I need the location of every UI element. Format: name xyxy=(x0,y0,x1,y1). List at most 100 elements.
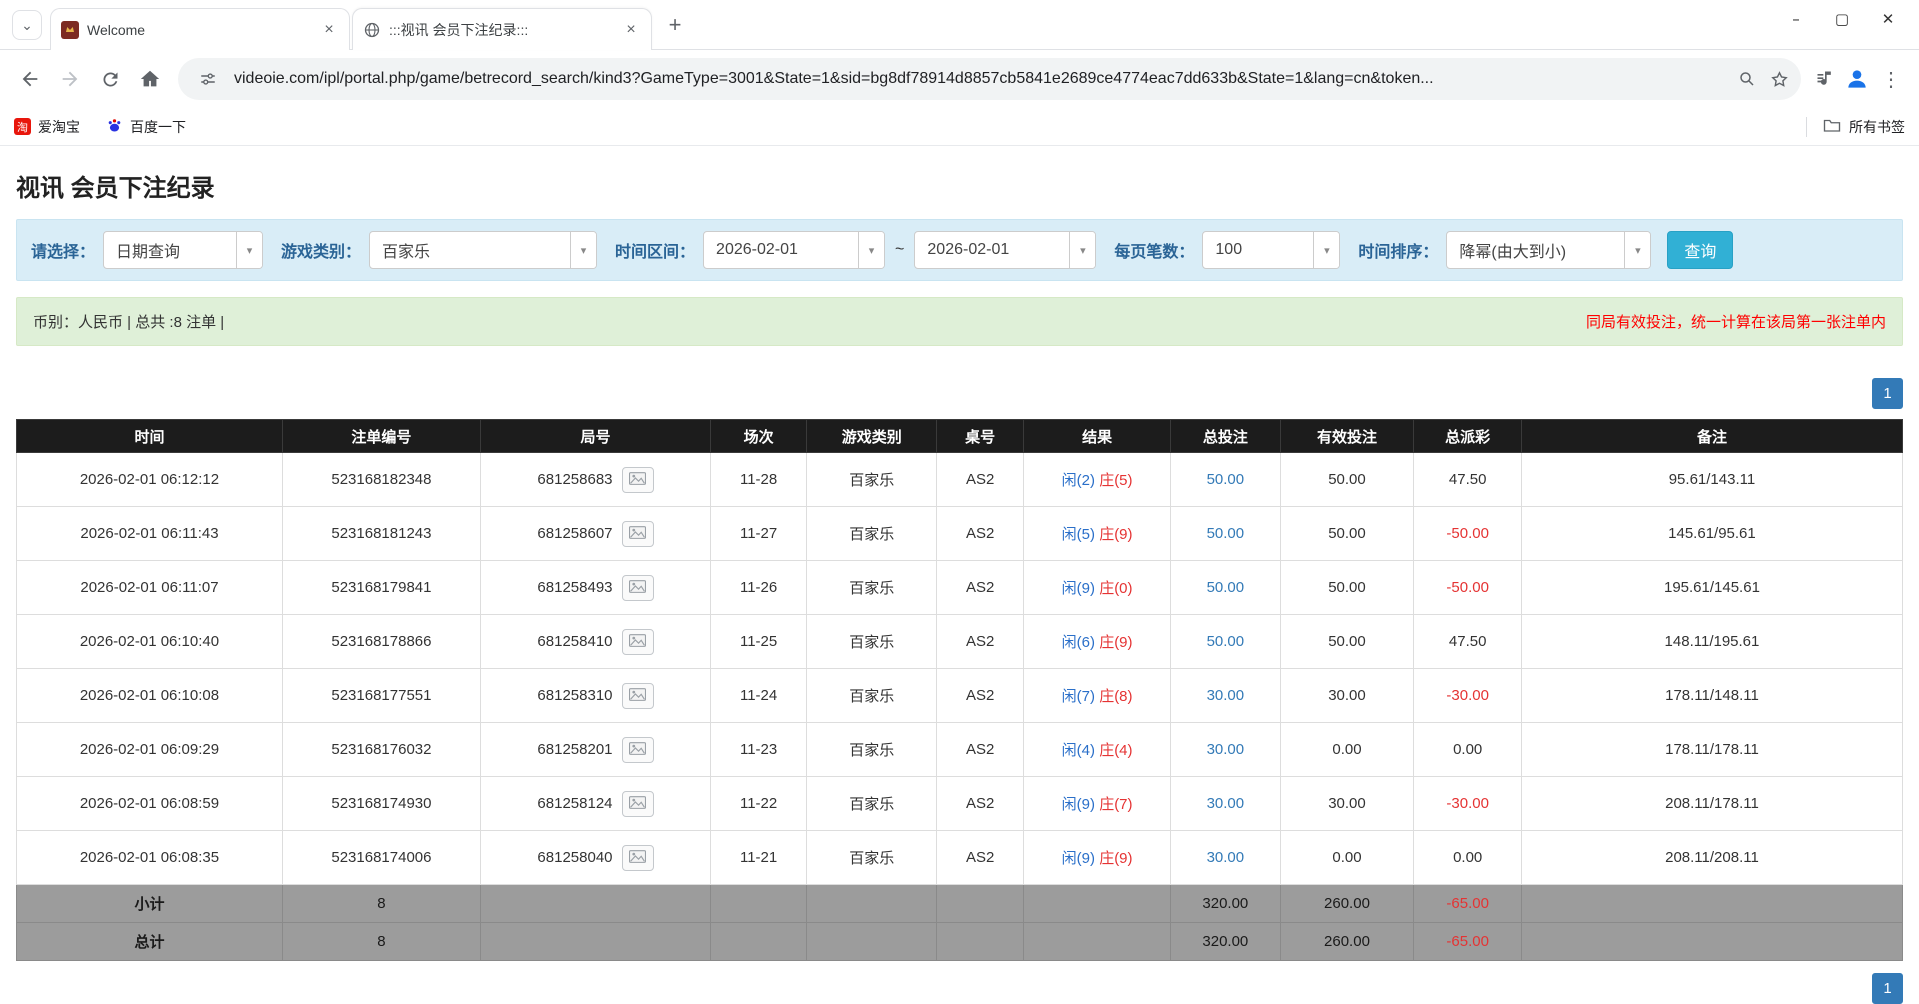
result-cell: 闲(4) 庄(4) xyxy=(1024,723,1171,777)
bet-id: 523168182348 xyxy=(282,453,480,507)
table-number: AS2 xyxy=(937,615,1024,669)
game-type: 百家乐 xyxy=(807,561,937,615)
valid-bet: 50.00 xyxy=(1280,453,1414,507)
session-number: 11-21 xyxy=(711,831,807,885)
total-bet-link[interactable]: 50.00 xyxy=(1171,615,1280,669)
round-image-button[interactable] xyxy=(622,845,654,871)
bet-time: 2026-02-01 06:12:12 xyxy=(17,453,283,507)
date-separator: ~ xyxy=(893,241,906,259)
bet-time: 2026-02-01 06:11:43 xyxy=(17,507,283,561)
game-type: 百家乐 xyxy=(807,507,937,561)
bookmark-taobao[interactable]: 淘 爱淘宝 xyxy=(14,117,80,137)
bet-row: 2026-02-01 06:11:07 523168179841 6812584… xyxy=(17,561,1903,615)
round-cell: 681258040 xyxy=(480,831,710,885)
footer-label: 小计 xyxy=(17,885,283,923)
session-number: 11-27 xyxy=(711,507,807,561)
currency-summary: 币别：人民币 | 总共 :8 注单 | xyxy=(33,311,224,332)
column-header: 局号 xyxy=(480,420,710,453)
total-bet-link[interactable]: 30.00 xyxy=(1171,669,1280,723)
round-cell: 681258124 xyxy=(480,777,710,831)
payout: 0.00 xyxy=(1414,831,1522,885)
image-icon xyxy=(629,472,646,488)
column-header: 总派彩 xyxy=(1414,420,1522,453)
round-image-button[interactable] xyxy=(622,467,654,493)
query-button[interactable]: 查询 xyxy=(1667,231,1733,269)
new-tab-button[interactable]: + xyxy=(660,10,690,40)
result-cell: 闲(6) 庄(9) xyxy=(1024,615,1171,669)
bet-row: 2026-02-01 06:10:08 523168177551 6812583… xyxy=(17,669,1903,723)
page-1-button[interactable]: 1 xyxy=(1872,973,1903,1004)
payout: 47.50 xyxy=(1414,615,1522,669)
page-size-select[interactable]: 100 ▾ xyxy=(1202,231,1340,269)
total-bet-link[interactable]: 50.00 xyxy=(1171,453,1280,507)
total-bet-link[interactable]: 50.00 xyxy=(1171,561,1280,615)
game-type-select[interactable]: 百家乐 ▾ xyxy=(369,231,597,269)
date-from-select[interactable]: 2026-02-01 ▾ xyxy=(703,231,885,269)
browser-menu-icon[interactable]: ⋮ xyxy=(1873,61,1909,97)
image-icon xyxy=(629,688,646,704)
total-row: 总计 8 320.00 260.00 -65.00 xyxy=(17,923,1903,961)
refresh-button[interactable] xyxy=(90,59,130,99)
game-type: 百家乐 xyxy=(807,723,937,777)
round-image-button[interactable] xyxy=(622,629,654,655)
bet-row: 2026-02-01 06:10:40 523168178866 6812584… xyxy=(17,615,1903,669)
media-controls-icon[interactable] xyxy=(1809,63,1841,95)
round-image-button[interactable] xyxy=(622,683,654,709)
round-cell: 681258683 xyxy=(480,453,710,507)
result-player: 闲(9) xyxy=(1062,580,1095,597)
bookmark-baidu[interactable]: 百度一下 xyxy=(106,117,186,137)
bet-records-table: 时间注单编号局号场次游戏类别桌号结果总投注有效投注总派彩备注 2026-02-0… xyxy=(16,419,1903,961)
tab-close-icon[interactable]: × xyxy=(319,20,339,40)
query-type-select[interactable]: 日期查询 ▾ xyxy=(103,231,263,269)
bet-id: 523168176032 xyxy=(282,723,480,777)
table-number: AS2 xyxy=(937,777,1024,831)
total-bet-link[interactable]: 30.00 xyxy=(1171,777,1280,831)
payout: -50.00 xyxy=(1414,507,1522,561)
tab-close-icon[interactable]: × xyxy=(621,20,641,40)
site-info-icon[interactable] xyxy=(192,63,224,95)
bet-time: 2026-02-01 06:09:29 xyxy=(17,723,283,777)
page-1-button[interactable]: 1 xyxy=(1872,378,1903,409)
round-image-button[interactable] xyxy=(622,575,654,601)
result-player: 闲(6) xyxy=(1062,634,1095,651)
back-button[interactable] xyxy=(10,59,50,99)
maximize-button[interactable]: ▢ xyxy=(1819,0,1865,38)
folder-icon xyxy=(1823,117,1841,136)
forward-button[interactable] xyxy=(50,59,90,99)
bookmarks-bar: 淘 爱淘宝 百度一下 所有书签 xyxy=(0,108,1919,146)
close-button[interactable]: ✕ xyxy=(1865,0,1911,38)
table-number: AS2 xyxy=(937,669,1024,723)
all-bookmarks[interactable]: 所有书签 xyxy=(1806,117,1905,137)
query-type-label: 请选择： xyxy=(31,238,95,262)
valid-bet: 0.00 xyxy=(1280,831,1414,885)
round-number: 681258040 xyxy=(537,849,612,866)
tab-betrecord[interactable]: :::视讯 会员下注纪录::: × xyxy=(352,8,652,50)
tab-strip: ⌄ Welcome × :::视讯 会员下注纪录::: × + – ▢ ✕ xyxy=(0,0,1919,50)
round-image-button[interactable] xyxy=(622,791,654,817)
baidu-icon xyxy=(106,117,123,137)
tab-welcome[interactable]: Welcome × xyxy=(50,8,350,50)
url-bar[interactable]: videoie.com/ipl/portal.php/game/betrecor… xyxy=(178,58,1801,100)
tab-title: :::视讯 会员下注纪录::: xyxy=(389,20,613,40)
session-number: 11-26 xyxy=(711,561,807,615)
profile-avatar[interactable] xyxy=(1841,63,1873,95)
round-number: 681258310 xyxy=(537,687,612,704)
total-bet-link[interactable]: 30.00 xyxy=(1171,831,1280,885)
bookmark-star-icon[interactable] xyxy=(1763,63,1795,95)
result-cell: 闲(2) 庄(5) xyxy=(1024,453,1171,507)
tab-search-button[interactable]: ⌄ xyxy=(12,10,42,40)
round-image-button[interactable] xyxy=(622,521,654,547)
zoom-icon[interactable] xyxy=(1731,63,1763,95)
total-bet-link[interactable]: 30.00 xyxy=(1171,723,1280,777)
minimize-button[interactable]: – xyxy=(1773,0,1819,38)
date-to-select[interactable]: 2026-02-01 ▾ xyxy=(914,231,1096,269)
home-button[interactable] xyxy=(130,59,170,99)
round-image-button[interactable] xyxy=(622,737,654,763)
sort-select[interactable]: 降幂(由大到小) ▾ xyxy=(1446,231,1651,269)
note: 95.61/143.11 xyxy=(1521,453,1902,507)
total-bet-link[interactable]: 50.00 xyxy=(1171,507,1280,561)
round-number: 681258493 xyxy=(537,579,612,596)
result-cell: 闲(9) 庄(7) xyxy=(1024,777,1171,831)
bet-id: 523168178866 xyxy=(282,615,480,669)
column-header: 游戏类别 xyxy=(807,420,937,453)
